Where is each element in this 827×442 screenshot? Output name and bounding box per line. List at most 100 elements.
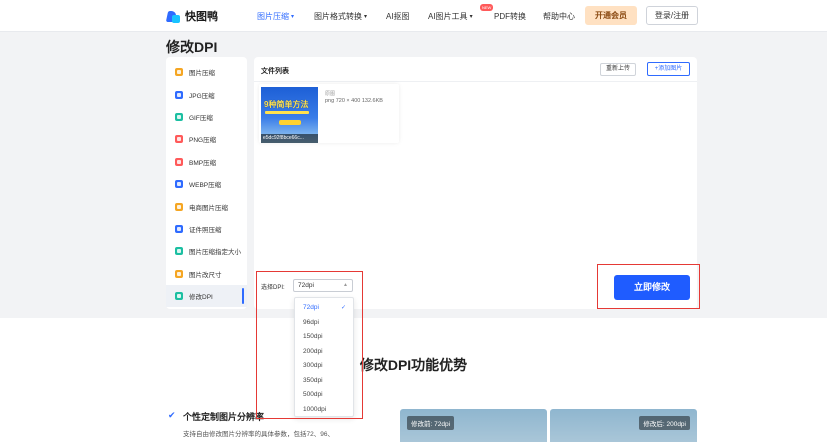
divider (254, 81, 697, 82)
sidebar-item-target-size[interactable]: 图片压缩指定大小 (166, 240, 247, 262)
nav-item-format-convert[interactable]: 图片格式转换 ▾ (314, 11, 367, 22)
chevron-down-icon: ▾ (364, 14, 368, 20)
logo[interactable]: 快图鸭 (165, 8, 218, 24)
sidebar-item-label: 证件照压缩 (189, 226, 222, 234)
resize-icon (175, 269, 183, 278)
sidebar-item-resize[interactable]: 图片改尺寸 (166, 263, 247, 285)
nav-item-label: AI图片工具 (428, 12, 468, 21)
sidebar-item-webp-compress[interactable]: WEBP压缩 (166, 173, 247, 195)
thumbnail-button-shape (279, 120, 301, 125)
logo-text: 快图鸭 (185, 11, 218, 23)
jpg-icon (175, 90, 183, 99)
dpi-option[interactable]: 200dpi (295, 345, 353, 360)
nav-item-ai-tools[interactable]: AI图片工具 ▾ (428, 11, 473, 22)
thumbnail-subtitle-bar (265, 111, 309, 114)
sidebar-item-label: 图片压缩指定大小 (189, 249, 241, 257)
dpi-option-label: 200dpi (303, 347, 323, 355)
dpi-select[interactable]: 72dpi ▲ (293, 279, 353, 292)
sidebar-item-gif-compress[interactable]: GIF压缩 (166, 106, 247, 128)
section-heading: 修改DPI功能优势 (359, 357, 468, 373)
nav-item-label: 图片压缩 (257, 12, 289, 21)
dpi-option[interactable]: 1000dpi (295, 403, 353, 418)
chevron-down-icon: ▾ (469, 14, 473, 20)
chevron-down-icon: ▾ (291, 14, 295, 20)
sidebar-item-label: 电商图片压缩 (189, 204, 228, 212)
dpi-option-label: 72dpi (303, 304, 319, 311)
gif-icon (175, 112, 183, 121)
dpi-option-label: 96dpi (303, 318, 319, 326)
feature-title: 个性定制图片分辨率 (183, 412, 265, 422)
nav-item-label: AI抠图 (386, 12, 410, 21)
dpi-option-label: 300dpi (303, 362, 323, 369)
dpi-dropdown: 72dpi ✓ 96dpi 150dpi 200dpi 300dpi 350dp… (294, 297, 354, 417)
nav-item-label: 图片格式转换 (314, 12, 362, 21)
webp-icon (175, 180, 183, 189)
dpi-option-label: 350dpi (303, 376, 323, 384)
sidebar-item-label: 图片改尺寸 (189, 271, 222, 279)
dpi-option-label: 1000dpi (303, 405, 327, 413)
sidebar-item-jpg-compress[interactable]: JPG压缩 (166, 83, 247, 105)
login-register-button[interactable]: 登录/注册 (646, 6, 698, 25)
dpi-option[interactable]: 500dpi (295, 388, 353, 403)
nav-item-label: 帮助中心 (543, 12, 575, 21)
dpi-option[interactable]: 72dpi ✓ (295, 301, 353, 316)
chevron-up-icon: ▲ (343, 282, 348, 288)
target-size-icon (175, 247, 183, 256)
dpi-option[interactable]: 350dpi (295, 374, 353, 389)
after-image: 修改后: 200dpi (550, 409, 697, 442)
nav-item-image-compress[interactable]: 图片压缩 ▾ (257, 11, 294, 22)
new-badge: NEW (480, 4, 494, 11)
before-image: 修改前: 72dpi (400, 409, 547, 442)
dpi-option-label: 150dpi (303, 333, 323, 340)
nav-item-help-center[interactable]: 帮助中心 (543, 11, 575, 22)
dpi-select-value: 72dpi (298, 282, 314, 289)
nav-item-ai-cutout[interactable]: AI抠图 (386, 11, 410, 22)
features-section: 修改DPI功能优势 ✔ 个性定制图片分辨率 支持自由修改图片分辨率的具体参数，包… (0, 318, 827, 442)
sidebar-item-label: BMP压缩 (189, 159, 217, 167)
sidebar-item-png-compress[interactable]: PNG压缩 (166, 128, 247, 150)
image-thumbnail: 9种简单方法 e5dc92f8bce66c... (261, 87, 318, 143)
file-list-title: 文件列表 (261, 68, 289, 75)
sidebar-item-label: GIF压缩 (189, 114, 213, 122)
vip-button[interactable]: 开通会员 (585, 6, 637, 25)
sidebar-item-ecommerce-compress[interactable]: 电商图片压缩 (166, 195, 247, 217)
dpi-option[interactable]: 300dpi (295, 359, 353, 374)
logo-icon (165, 10, 180, 23)
sidebar-item-label: JPG压缩 (189, 92, 215, 100)
sidebar-item-modify-dpi[interactable]: 修改DPI (166, 284, 247, 308)
original-label: 原图 (325, 91, 336, 97)
top-navbar: 快图鸭 图片压缩 ▾ 图片格式转换 ▾ AI抠图 AI图片工具 ▾ NEW PDF转换… (0, 0, 827, 32)
sidebar-item-label: PNG压缩 (189, 137, 217, 145)
sidebar-item-bmp-compress[interactable]: BMP压缩 (166, 151, 247, 173)
sidebar-item-label: WEBP压缩 (189, 182, 222, 190)
modify-now-button[interactable]: 立即修改 (614, 275, 690, 300)
file-name: e5dc92f8bce66c... (261, 134, 318, 143)
page-title: 修改DPI (166, 39, 218, 55)
dpi-select-label: 选择DPI: (261, 285, 285, 291)
nav-item-pdf-convert[interactable]: PDF转换 (494, 11, 526, 22)
check-icon: ✔ (168, 410, 176, 420)
file-panel: 文件列表 重新上传 +添加图片 9种简单方法 e5dc92f8bce66c...… (254, 57, 697, 309)
sidebar-item-label: 图片压缩 (189, 70, 215, 78)
sidebar-item-image-compress[interactable]: 图片压缩 (166, 61, 247, 83)
bmp-icon (175, 157, 183, 166)
compress-icon (175, 68, 183, 77)
sidebar-item-label: 修改DPI (189, 294, 213, 302)
nav-item-label: PDF转换 (494, 12, 526, 21)
ecommerce-icon (175, 202, 183, 211)
id-photo-icon (175, 224, 183, 233)
dpi-option[interactable]: 96dpi (295, 316, 353, 331)
png-icon (175, 135, 183, 144)
file-meta: png 720 × 400 132.6KB (325, 98, 383, 104)
reupload-button[interactable]: 重新上传 (600, 63, 636, 76)
sidebar: 图片压缩 JPG压缩 GIF压缩 PNG压缩 BMP压缩 WEBP压缩 电商图片… (166, 57, 247, 309)
dpi-option-label: 500dpi (303, 391, 323, 398)
check-icon: ✓ (340, 305, 346, 311)
dpi-option[interactable]: 150dpi (295, 330, 353, 345)
thumbnail-title: 9种简单方法 (264, 100, 309, 109)
dpi-icon (175, 292, 183, 301)
sidebar-item-id-photo-compress[interactable]: 证件照压缩 (166, 218, 247, 240)
file-card[interactable]: 9种简单方法 e5dc92f8bce66c... 原图 png 720 × 40… (259, 84, 399, 143)
add-image-button[interactable]: +添加图片 (647, 62, 690, 76)
feature-description: 支持自由修改图片分辨率的具体参数，包括72、96、 (183, 431, 334, 438)
